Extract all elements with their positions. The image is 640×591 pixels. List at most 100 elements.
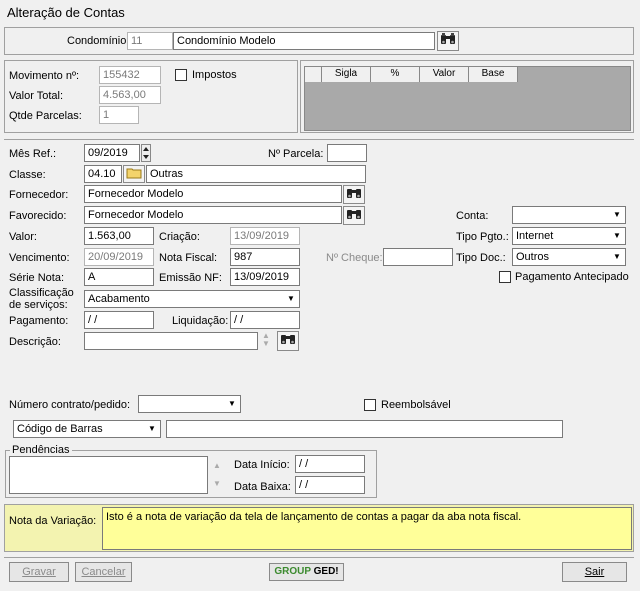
qtde-parcelas-label: Qtde Parcelas:	[9, 110, 82, 122]
classe-label: Classe:	[9, 169, 46, 181]
barcode-type-select-value: Código de Barras	[17, 423, 103, 435]
tipo-pgto-select[interactable]: Internet ▼	[512, 227, 626, 245]
favorecido-search-button[interactable]	[343, 206, 365, 225]
folder-icon	[126, 168, 142, 182]
condominio-search-button[interactable]	[437, 31, 459, 51]
chevron-down-icon: ▼	[609, 249, 625, 265]
conta-label: Conta:	[456, 210, 489, 222]
spin-arrows-icon[interactable]	[141, 144, 151, 162]
grid-col-percent[interactable]: %	[371, 67, 420, 82]
tipo-pgto-select-value: Internet	[516, 230, 554, 242]
emissao-nf-label: Emissão NF:	[159, 272, 222, 284]
nota-variacao-label: Nota da Variação:	[9, 515, 97, 527]
grid-col-sigla[interactable]: Sigla	[322, 67, 371, 82]
conta-select[interactable]: ▼	[512, 206, 626, 224]
pendencias-scroll[interactable]: ▲ ▼	[211, 457, 223, 493]
valor-field[interactable]: 1.563,00	[84, 227, 154, 245]
classe-code-field[interactable]: 04.10	[84, 165, 122, 183]
pendencias-legend: Pendências	[10, 444, 72, 456]
group-ged-logo[interactable]: GROUP GED!	[269, 563, 344, 581]
classificacao-select-value: Acabamento	[88, 293, 150, 305]
impostos-grid-panel: Sigla % Valor Base	[300, 60, 634, 133]
brand-group-text: GROUP	[274, 566, 311, 577]
valor-total-label: Valor Total:	[9, 90, 64, 102]
descricao-label: Descrição:	[9, 336, 61, 348]
tipo-doc-select[interactable]: Outros ▼	[512, 248, 626, 266]
criacao-field[interactable]: 13/09/2019	[230, 227, 300, 245]
chevron-down-icon: ▼	[144, 421, 160, 437]
cancelar-button[interactable]: Cancelar	[75, 562, 132, 582]
descricao-scroll[interactable]: ▲ ▼	[260, 332, 272, 350]
chevron-down-icon: ▼	[283, 291, 299, 307]
tipo-pgto-label: Tipo Pgto.:	[456, 231, 509, 243]
data-baixa-field[interactable]: / /	[295, 476, 365, 494]
nota-fiscal-field[interactable]: 987	[230, 248, 300, 266]
favorecido-field[interactable]: Fornecedor Modelo	[84, 206, 342, 224]
footer-divider	[4, 557, 634, 558]
liquidacao-label: Liquidação:	[172, 315, 229, 327]
chevron-down-icon: ▼	[609, 228, 625, 244]
classe-name-field[interactable]: Outras	[146, 165, 366, 183]
sair-button[interactable]: Sair	[562, 562, 627, 582]
tipo-doc-label: Tipo Doc.:	[456, 252, 506, 264]
data-inicio-field[interactable]: / /	[295, 455, 365, 473]
condominio-name-field[interactable]: Condomínio Modelo	[173, 32, 435, 50]
mes-ref-label: Mês Ref.:	[9, 148, 57, 160]
movimento-panel: Movimento nº: 155432 Impostos Valor Tota…	[4, 60, 298, 133]
numero-contrato-select[interactable]: ▼	[138, 395, 241, 413]
impostos-label: Impostos	[192, 69, 237, 81]
grid-col-valor[interactable]: Valor	[420, 67, 469, 82]
reembolsavel-checkbox[interactable]	[364, 399, 376, 411]
barcode-type-select[interactable]: Código de Barras ▼	[13, 420, 161, 438]
n-parcela-label: Nº Parcela:	[268, 148, 324, 160]
emissao-nf-field[interactable]: 13/09/2019	[230, 268, 300, 286]
movimento-label: Movimento nº:	[9, 70, 80, 82]
cancelar-button-label: Cancelar	[81, 566, 126, 578]
pagamento-field[interactable]: / /	[84, 311, 154, 329]
pendencias-textarea[interactable]	[9, 456, 208, 494]
n-cheque-label: Nº Cheque:	[326, 252, 383, 264]
condominio-code-field[interactable]: 11	[127, 32, 173, 50]
classificacao-select[interactable]: Acabamento ▼	[84, 290, 300, 308]
grid-col-base[interactable]: Base	[469, 67, 518, 82]
vencimento-label: Vencimento:	[9, 252, 70, 264]
barcode-field[interactable]	[166, 420, 563, 438]
qtde-parcelas-field[interactable]: 1	[99, 106, 139, 124]
binoculars-icon	[346, 189, 362, 203]
liquidacao-field[interactable]: / /	[230, 311, 300, 329]
nota-variacao-text[interactable]: Isto é a nota de variação da tela de lan…	[102, 507, 632, 550]
pagamento-antecipado-checkbox[interactable]	[499, 271, 511, 283]
favorecido-label: Favorecido:	[9, 210, 67, 222]
sair-button-label: Sair	[584, 566, 605, 578]
fornecedor-search-button[interactable]	[343, 185, 365, 204]
gravar-button-label: Gravar	[22, 566, 56, 578]
serie-nota-field[interactable]: A	[84, 268, 154, 286]
valor-label: Valor:	[9, 231, 37, 243]
brand-ged-text: GED!	[313, 566, 339, 577]
divider	[4, 139, 634, 140]
classe-folder-button[interactable]	[123, 165, 145, 183]
window-title: Alteração de Contas	[7, 5, 125, 20]
criacao-label: Criação:	[159, 231, 200, 243]
impostos-checkbox[interactable]	[175, 69, 187, 81]
condominio-panel: Condomínio: 11 Condomínio Modelo	[4, 27, 634, 55]
nota-fiscal-label: Nota Fiscal:	[159, 252, 218, 264]
nota-variacao-panel: Nota da Variação: Isto é a nota de varia…	[4, 504, 634, 552]
grid-row-indicator	[305, 67, 322, 82]
classificacao-label-line1: Classificação	[9, 287, 74, 299]
pagamento-label: Pagamento:	[9, 315, 69, 327]
fornecedor-field[interactable]: Fornecedor Modelo	[84, 185, 342, 203]
n-parcela-field[interactable]	[327, 144, 367, 162]
vencimento-field[interactable]: 20/09/2019	[84, 248, 154, 266]
descricao-search-button[interactable]	[277, 331, 299, 351]
descricao-field[interactable]	[84, 332, 258, 350]
serie-nota-label: Série Nota:	[9, 272, 65, 284]
mes-ref-field[interactable]: 09/2019	[84, 144, 140, 162]
movimento-field[interactable]: 155432	[99, 66, 161, 84]
fornecedor-label: Fornecedor:	[9, 189, 69, 201]
impostos-grid[interactable]: Sigla % Valor Base	[304, 66, 631, 131]
data-inicio-label: Data Início:	[234, 459, 290, 471]
n-cheque-field[interactable]	[383, 248, 453, 266]
gravar-button[interactable]: Gravar	[9, 562, 69, 582]
valor-total-field[interactable]: 4.563,00	[99, 86, 161, 104]
